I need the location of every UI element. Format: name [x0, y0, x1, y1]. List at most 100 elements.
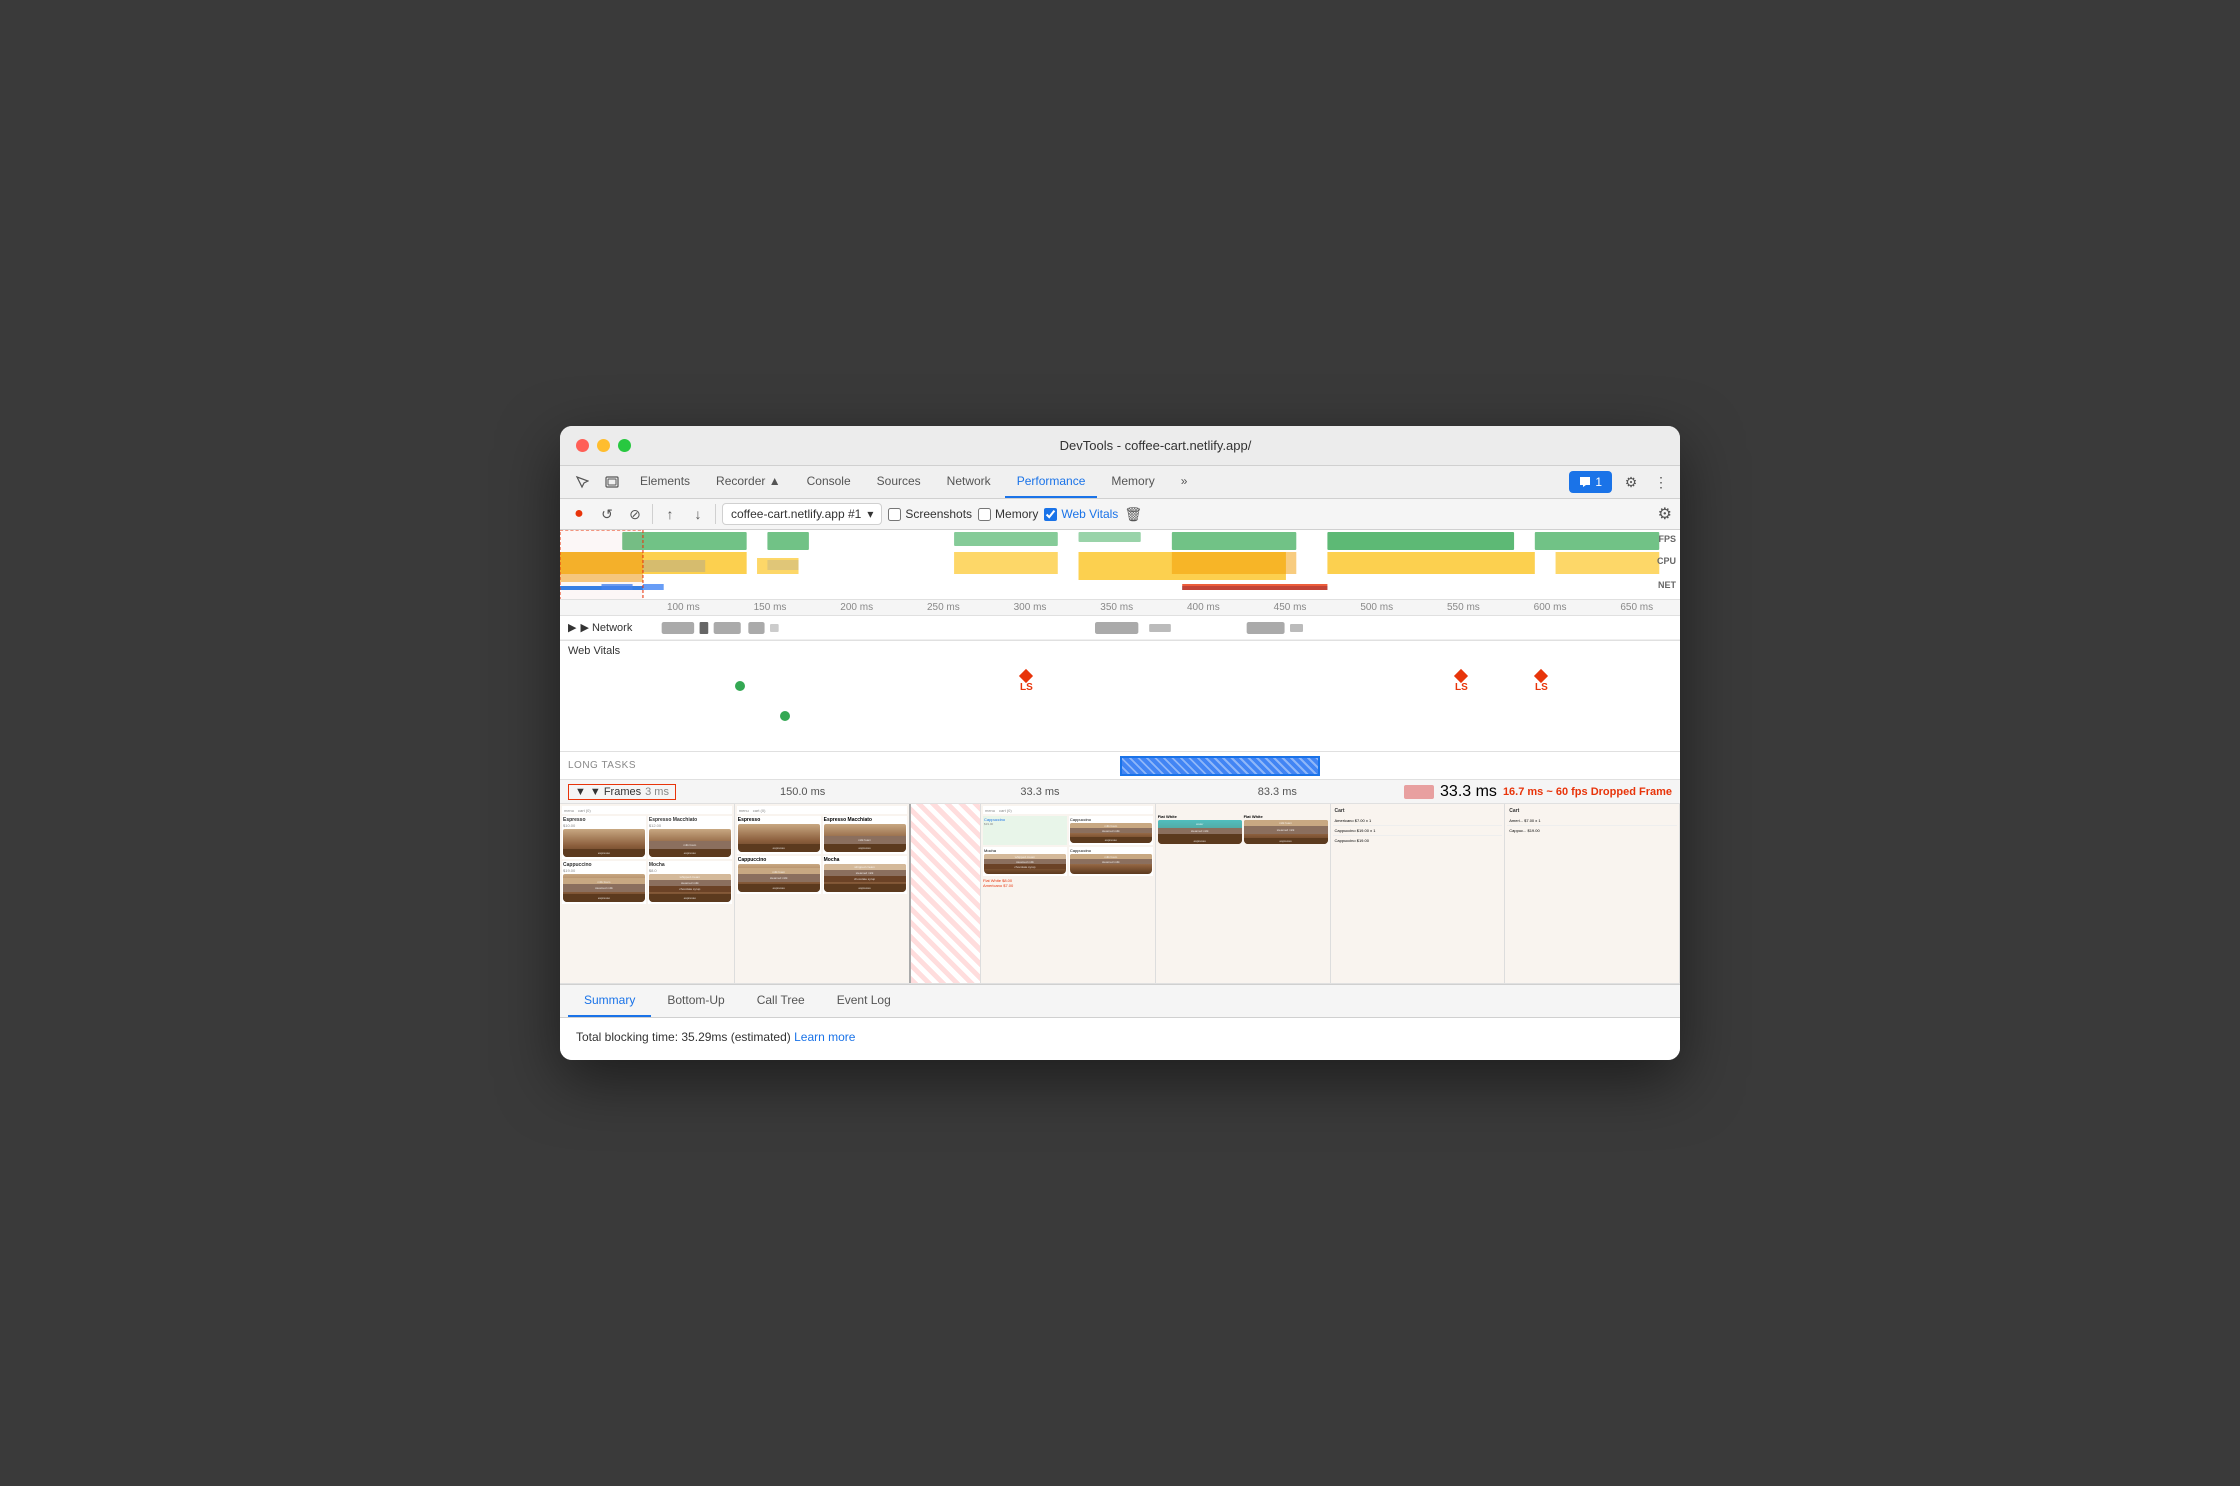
coffee-screen-6: Cart Ameri... $7.00 x 1 Cappuc... $19.00 [1505, 804, 1679, 983]
fps-label: FPS [1658, 534, 1676, 544]
network-label-text: ▶ Network [580, 621, 632, 634]
tab-sources[interactable]: Sources [865, 466, 933, 498]
memory-checkbox-label[interactable]: Memory [978, 507, 1038, 521]
webvitals-label: Web Vitals [1061, 507, 1118, 521]
download-button[interactable]: ↓ [687, 503, 709, 525]
summary-panel: Total blocking time: 35.29ms (estimated)… [560, 1018, 1680, 1060]
cpu-label: CPU [1657, 556, 1676, 566]
screenshot-6[interactable]: Cart Ameri... $7.00 x 1 Cappuc... $19.00 [1505, 804, 1680, 983]
reload-button[interactable]: ↺ [596, 503, 618, 525]
screenshots-label: Screenshots [905, 507, 972, 521]
chevron-down-icon: ▾ [867, 507, 873, 521]
title-bar: DevTools - coffee-cart.netlify.app/ [560, 426, 1680, 466]
close-button[interactable] [576, 439, 589, 452]
ls-marker-2: LS [1455, 671, 1468, 693]
network-section: ▶ ▶ Network [560, 616, 1680, 641]
web-vitals-section: Web Vitals LS LS LS [560, 641, 1680, 752]
ls-marker-3: LS [1535, 671, 1548, 693]
ls-label-1: LS [1020, 682, 1033, 693]
ruler-tick-5: 350 ms [1073, 602, 1160, 613]
lcp-dot [735, 681, 745, 691]
hatching-pattern [1122, 758, 1318, 774]
time-ruler: 100 ms 150 ms 200 ms 250 ms 300 ms 350 m… [560, 600, 1680, 616]
ls-label-3: LS [1535, 682, 1548, 693]
frame-time-1: 33.3 ms [921, 786, 1158, 798]
frames-label: ▼ Frames [590, 786, 641, 798]
url-text: coffee-cart.netlify.app #1 [731, 507, 861, 521]
screenshot-5[interactable]: Cart Americano $7.00 x 1 Cappuccino $19.… [1331, 804, 1506, 983]
clear-button[interactable]: ⊘ [624, 503, 646, 525]
screenshot-3[interactable]: menu cart (0) Cappuccino $19.00 Cappucci… [981, 804, 1156, 983]
tab-call-tree[interactable]: Call Tree [741, 985, 821, 1017]
dropped-frame-area: 33.3 ms 16.7 ms ~ 60 fps Dropped Frame [1404, 783, 1680, 801]
network-track-row: ▶ ▶ Network [560, 616, 1680, 640]
memory-label: Memory [995, 507, 1038, 521]
window-title: DevTools - coffee-cart.netlify.app/ [647, 438, 1664, 453]
frames-expand-icon: ▼ [575, 786, 586, 798]
timeline-area: FPS CPU NET 100 ms 150 ms 200 ms 250 ms … [560, 530, 1680, 984]
ruler-tick-0: 100 ms [640, 602, 727, 613]
memory-checkbox[interactable] [978, 508, 991, 521]
frame-time-labels: 150.0 ms 33.3 ms 83.3 ms [676, 786, 1404, 798]
tab-more[interactable]: » [1169, 466, 1200, 498]
tab-summary[interactable]: Summary [568, 985, 651, 1017]
frame-time-2: 83.3 ms [1159, 786, 1396, 798]
record-button[interactable]: ● [568, 503, 590, 525]
long-task-bar [1120, 756, 1320, 776]
webvitals-checkbox[interactable] [1044, 508, 1057, 521]
network-expand-icon: ▶ [568, 621, 576, 634]
settings-button[interactable]: ⚙ [1620, 471, 1642, 493]
long-tasks-label: LONG TASKS [560, 760, 640, 771]
coffee-screen-5: Cart Americano $7.00 x 1 Cappuccino $19.… [1331, 804, 1505, 983]
network-track-label[interactable]: ▶ ▶ Network [560, 621, 640, 634]
url-selector[interactable]: coffee-cart.netlify.app #1 ▾ [722, 503, 882, 525]
coffee-screen-4: Flat White water steamed milk espresso F… [1156, 804, 1330, 983]
webvitals-checkbox-label[interactable]: Web Vitals [1044, 507, 1118, 521]
devtools-controls: 1 ⚙ ⋮ [1569, 471, 1672, 493]
performance-toolbar: ● ↺ ⊘ ↑ ↓ coffee-cart.netlify.app #1 ▾ S… [560, 499, 1680, 530]
net-label: NET [1658, 580, 1676, 590]
perf-settings-button[interactable]: ⚙ [1658, 504, 1672, 524]
tab-event-log[interactable]: Event Log [821, 985, 907, 1017]
trash-button[interactable]: 🗑 [1124, 506, 1142, 523]
chat-badge: 1 [1595, 475, 1602, 489]
overview-svg [560, 530, 1680, 600]
frames-label-box: ▼ ▼ Frames 3 ms [568, 784, 676, 800]
screenshot-2[interactable]: menu cart (0) Espresso espresso Espresso… [735, 804, 911, 983]
web-vitals-content: LS LS LS [560, 661, 1680, 751]
dropped-frame-indicator [1404, 785, 1434, 799]
ls-marker-1: LS [1020, 671, 1033, 693]
learn-more-link[interactable]: Learn more [794, 1030, 855, 1044]
summary-text: Total blocking time: 35.29ms (estimated)… [576, 1030, 1664, 1044]
long-tasks-content [640, 752, 1680, 779]
screenshots-checkbox-label[interactable]: Screenshots [888, 507, 972, 521]
frame-time-0: 150.0 ms [684, 786, 921, 798]
cursor-icon[interactable] [568, 468, 596, 496]
upload-button[interactable]: ↑ [659, 503, 681, 525]
chat-button[interactable]: 1 [1569, 471, 1612, 493]
tab-console[interactable]: Console [795, 466, 863, 498]
maximize-button[interactable] [618, 439, 631, 452]
minimize-button[interactable] [597, 439, 610, 452]
layers-icon[interactable] [598, 468, 626, 496]
overview-minimap[interactable]: FPS CPU NET [560, 530, 1680, 600]
web-vitals-row: Web Vitals [560, 641, 1680, 661]
tab-network[interactable]: Network [935, 466, 1003, 498]
tab-memory[interactable]: Memory [1099, 466, 1166, 498]
frame-time-3: 33.3 ms [1440, 783, 1497, 801]
tab-performance[interactable]: Performance [1005, 466, 1098, 498]
screenshot-1[interactable]: menu cart (0) Espresso $10.00 espresso [560, 804, 735, 983]
tab-bottom-up[interactable]: Bottom-Up [651, 985, 740, 1017]
screenshots-checkbox[interactable] [888, 508, 901, 521]
network-track-content[interactable] [640, 616, 1680, 639]
long-tasks-section: LONG TASKS [560, 752, 1680, 780]
more-button[interactable]: ⋮ [1650, 471, 1672, 493]
ruler-tick-7: 450 ms [1247, 602, 1334, 613]
coffee-screen-2: menu cart (0) Espresso espresso Espresso… [735, 804, 909, 983]
tab-recorder[interactable]: Recorder ▲ [704, 466, 793, 498]
screenshot-4[interactable]: Flat White water steamed milk espresso F… [1156, 804, 1331, 983]
frames-header: ▼ ▼ Frames 3 ms 150.0 ms 33.3 ms 83.3 ms… [560, 780, 1680, 804]
ruler-tick-4: 300 ms [987, 602, 1074, 613]
summary-blocking-text: Total blocking time: 35.29ms (estimated) [576, 1030, 791, 1044]
tab-elements[interactable]: Elements [628, 466, 702, 498]
